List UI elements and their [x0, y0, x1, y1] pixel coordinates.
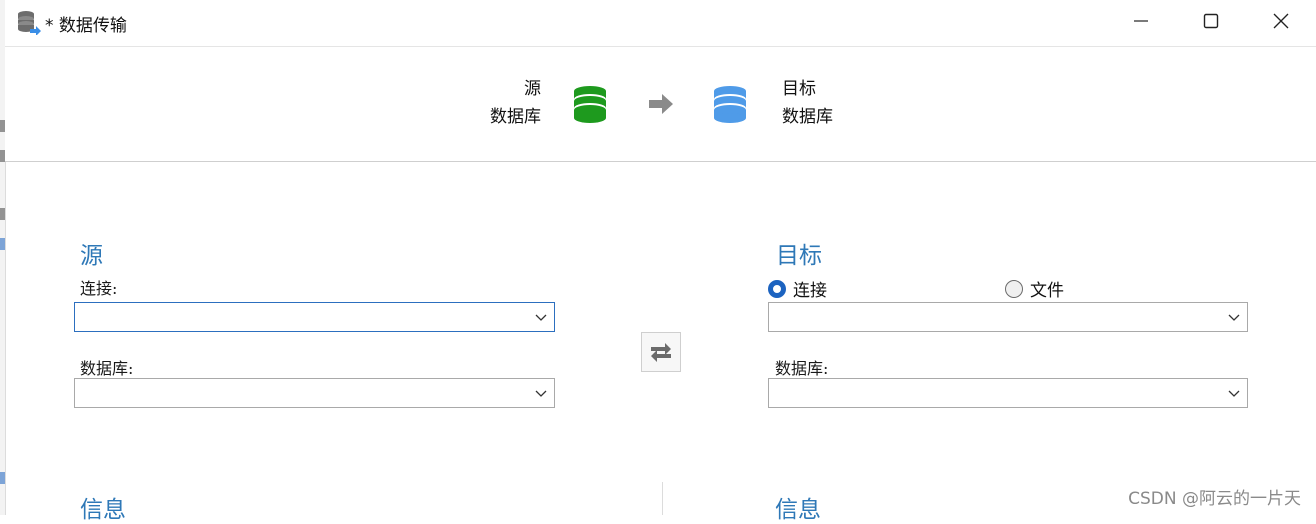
target-mode-connection-label: 连接: [793, 281, 827, 301]
header-source-label-line1: 源: [524, 79, 541, 99]
target-info-title: 信息: [775, 497, 821, 523]
header-source-label-line2: 数据库: [490, 107, 541, 127]
close-button[interactable]: [1246, 0, 1316, 42]
title-bar: * 数据传输: [5, 0, 1316, 47]
radio-unchecked-icon: [1005, 279, 1023, 298]
chevron-down-icon: [1228, 390, 1240, 397]
target-mode-file-radio[interactable]: 文件: [1005, 276, 1064, 301]
chevron-down-icon: [535, 314, 547, 321]
source-database-label: 数据库:: [80, 359, 134, 378]
target-mode-file-label: 文件: [1030, 281, 1064, 301]
info-divider: [662, 482, 663, 515]
target-database-select[interactable]: [768, 378, 1248, 408]
data-transfer-app-icon: [16, 9, 42, 36]
transfer-arrow-icon: [648, 93, 674, 119]
header-target-label-line2: 数据库: [782, 107, 833, 127]
chevron-down-icon: [1228, 314, 1240, 321]
maximize-icon: [1203, 13, 1219, 29]
watermark: CSDN @阿云的一片天: [1128, 489, 1301, 509]
source-database-icon: [572, 85, 608, 129]
target-section-title: 目标: [776, 243, 822, 269]
chevron-down-icon: [535, 390, 547, 397]
minimize-button[interactable]: [1106, 0, 1176, 42]
swap-source-target-button[interactable]: [641, 332, 681, 372]
source-connection-label: 连接:: [80, 279, 118, 298]
header-target-label: 目标 数据库: [782, 75, 862, 131]
target-database-label: 数据库:: [775, 359, 829, 378]
maximize-button[interactable]: [1176, 0, 1246, 42]
window-title: * 数据传输: [45, 16, 127, 36]
background-fragment: [0, 238, 5, 250]
background-fragment: [0, 208, 5, 220]
close-icon: [1273, 13, 1289, 29]
swap-arrows-icon: [651, 343, 671, 362]
target-database-icon: [712, 85, 748, 129]
source-database-select[interactable]: [74, 378, 555, 408]
header-target-label-line1: 目标: [782, 79, 816, 99]
background-fragment: [0, 472, 5, 484]
target-connection-select[interactable]: [768, 302, 1248, 332]
source-connection-select[interactable]: [74, 302, 555, 332]
radio-checked-icon: [768, 279, 786, 298]
source-section-title: 源: [80, 243, 103, 269]
transfer-header: 源 数据库 目标 数据库: [5, 47, 1316, 162]
target-mode-connection-radio[interactable]: 连接: [768, 276, 827, 301]
source-info-title: 信息: [80, 497, 126, 523]
header-source-label: 源 数据库: [475, 75, 541, 131]
minimize-icon: [1134, 20, 1148, 22]
